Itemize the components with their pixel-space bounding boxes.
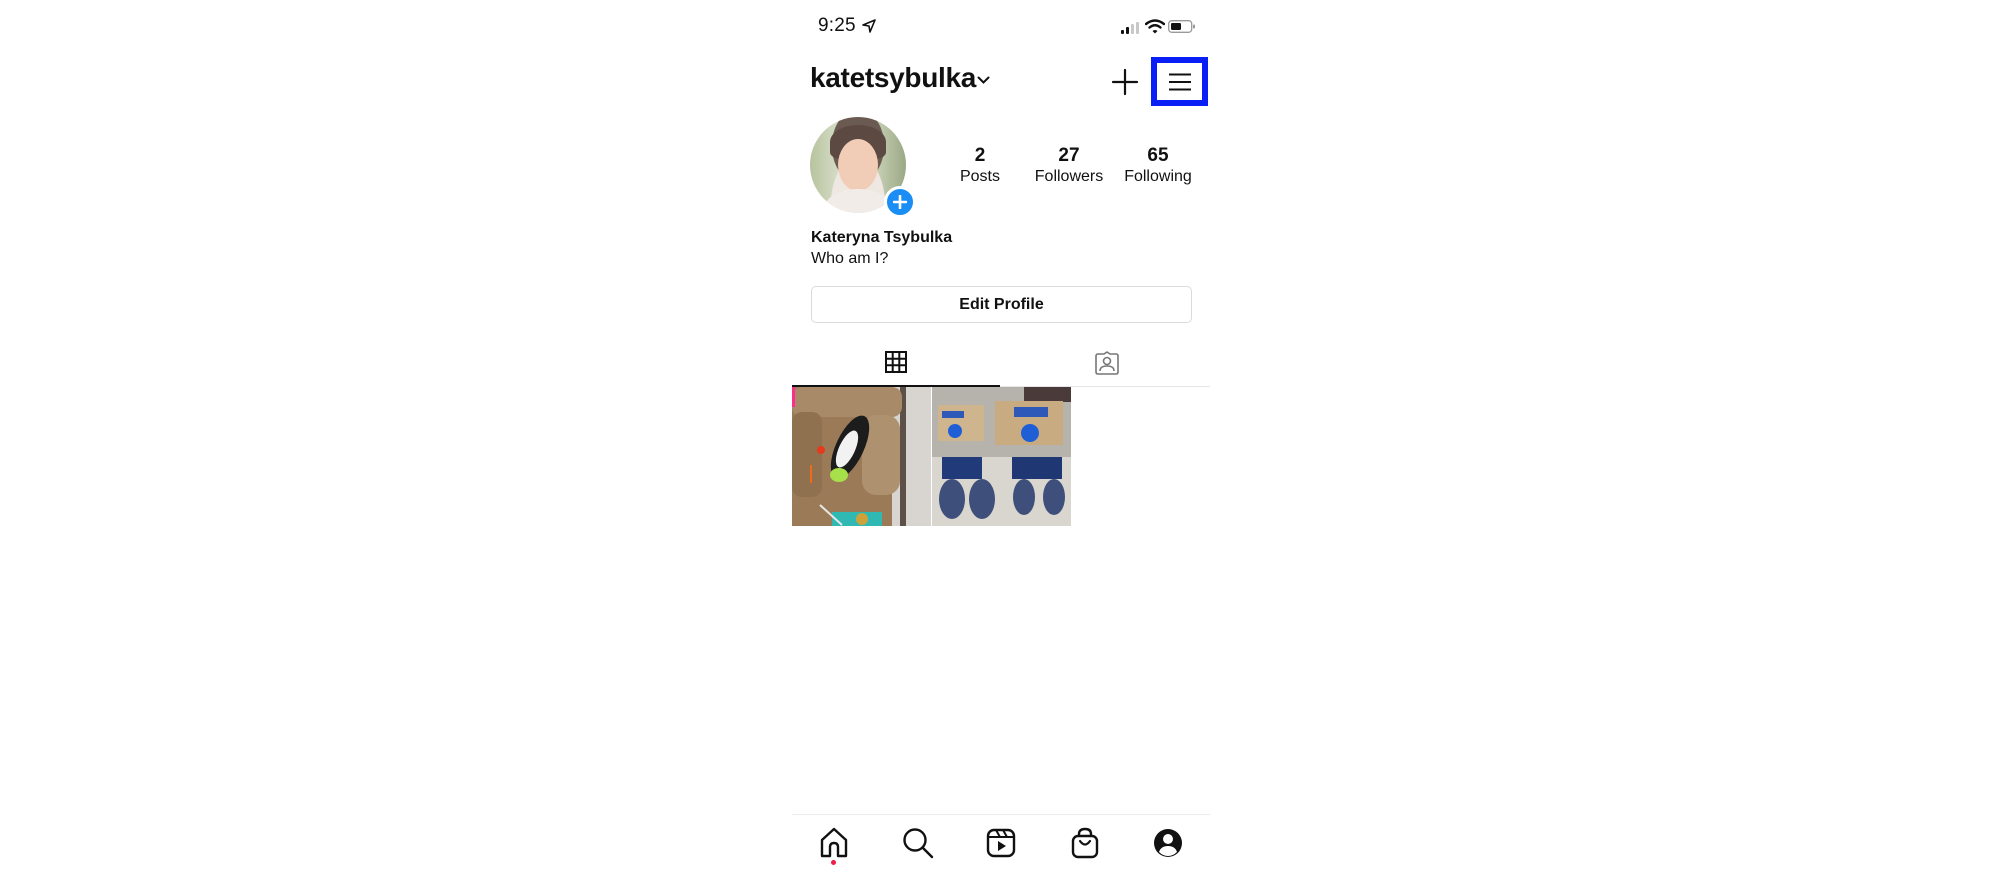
tab-posts-grid[interactable] [792,340,1000,386]
hamburger-menu-icon [1169,73,1191,91]
home-icon [820,827,848,858]
grid-icon [885,351,907,373]
bio: Who am I? [811,250,889,267]
cellular-signal-icon [1121,22,1139,34]
post-thumbnail[interactable] [932,387,1071,526]
tab-tagged[interactable] [1002,340,1210,386]
stat-value: 27 [1058,145,1080,166]
tagged-person-icon [1095,351,1119,375]
edit-profile-button[interactable]: Edit Profile [811,286,1192,323]
notification-dot [831,860,836,865]
stat-value: 65 [1147,145,1169,166]
posts-count: 2 Posts [935,145,1025,187]
cat-on-armchair-image [792,387,931,526]
nav-home[interactable] [817,826,851,860]
chevron-down-icon[interactable] [977,76,990,85]
reels-icon [986,828,1016,858]
search-icon [903,828,934,859]
following-count[interactable]: 65 Following [1113,145,1203,187]
profile-icon [1154,829,1182,857]
add-story-button[interactable] [884,186,916,218]
battery-icon [1168,20,1195,33]
nav-search[interactable] [901,826,935,860]
stat-label: Followers [1034,168,1104,185]
nav-shop[interactable] [1068,826,1102,860]
stat-label: Posts [959,168,1000,185]
create-new-button[interactable] [1111,68,1139,96]
post-thumbnail[interactable] [792,387,931,526]
full-name: Kateryna Tsybulka [811,229,953,246]
username-switcher[interactable]: katetsybulka [810,62,976,94]
nav-profile[interactable] [1151,826,1185,860]
followers-count[interactable]: 27 Followers [1024,145,1114,187]
stat-label: Following [1124,168,1192,185]
menu-button[interactable] [1151,57,1208,106]
stat-value: 2 [974,145,986,166]
shopping-bag-icon [1071,827,1099,859]
plus-icon [893,195,907,209]
wifi-icon [1145,19,1165,34]
status-time: 9:25 [818,15,856,36]
location-arrow-icon [862,19,876,33]
bottom-nav-divider [792,814,1210,815]
keds-shoes-image [932,387,1071,526]
nav-reels[interactable] [984,826,1018,860]
